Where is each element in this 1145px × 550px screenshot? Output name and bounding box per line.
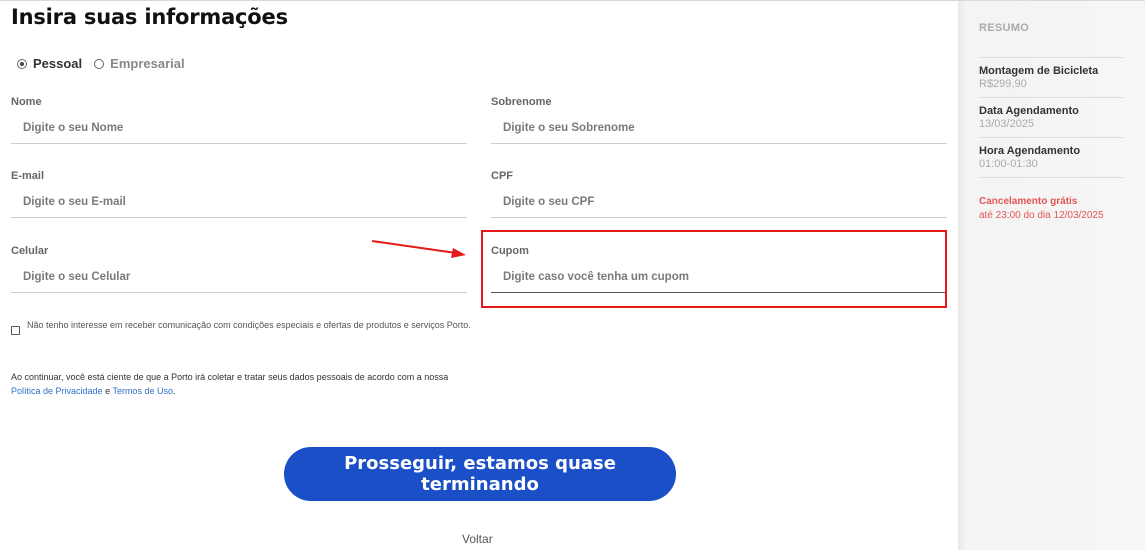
sobrenome-input[interactable] [491,112,947,144]
email-label: E-mail [11,170,45,182]
summary-divider [979,57,1124,58]
celular-input[interactable] [11,261,467,293]
cancellation-detail: até 23:00 do dia 12/03/2025 [979,210,1104,221]
radio-pessoal[interactable]: Pessoal [17,56,82,71]
field-cpf: CPF [491,170,947,220]
summary-divider [979,137,1124,138]
radio-unchecked-icon [94,58,105,69]
summary-service-value: R$299,90 [979,78,1027,90]
summary-service-label: Montagem de Bicicleta [979,65,1099,77]
summary-item-time: Hora Agendamento 01:00-01:30 [979,145,1129,171]
nome-input[interactable] [11,112,467,144]
cpf-label: CPF [491,170,513,182]
field-email: E-mail [11,170,467,220]
privacy-policy-link[interactable]: Política de Privacidade [11,386,103,396]
back-link[interactable]: Voltar [462,532,493,546]
page-title: Insira suas informações [11,5,288,29]
red-arrow-icon [371,240,466,258]
summary-date-label: Data Agendamento [979,105,1079,117]
radio-checked-icon [17,58,27,69]
nome-label: Nome [11,96,42,108]
summary-divider [979,97,1124,98]
cancellation-label: Cancelamento grátis [979,196,1078,207]
terms-of-use-link[interactable]: Termos de Uso [112,386,173,396]
field-sobrenome: Sobrenome [491,96,947,146]
optout-row: Não tenho interesse em receber comunicaç… [11,319,481,335]
summary-item-service: Montagem de Bicicleta R$299,90 [979,65,1129,91]
summary-sidebar: RESUMO Montagem de Bicicleta R$299,90 Da… [958,1,1145,550]
person-type-radio-group: Pessoal Empresarial [17,56,197,71]
celular-label: Celular [11,245,49,257]
free-cancellation-notice: Cancelamento grátis até 23:00 do dia 12/… [979,195,1139,223]
main-content: Insira suas informações Pessoal Empresar… [0,1,958,550]
summary-title: RESUMO [979,22,1030,34]
proceed-button[interactable]: Prosseguir, estamos quase terminando [284,447,676,501]
optout-text: Não tenho interesse em receber comunicaç… [27,320,471,330]
cupom-highlight-box [481,230,947,308]
radio-empresarial-label: Empresarial [110,56,185,71]
summary-divider [979,177,1124,178]
summary-item-date: Data Agendamento 13/03/2025 [979,105,1129,131]
consent-text: Ao continuar, você está ciente de que a … [11,370,481,398]
email-input[interactable] [11,186,467,218]
summary-time-label: Hora Agendamento [979,145,1081,157]
radio-empresarial[interactable]: Empresarial [94,56,185,71]
consent-conjunction: e [105,386,111,396]
summary-date-value: 13/03/2025 [979,118,1035,130]
sobrenome-label: Sobrenome [491,96,552,108]
summary-time-value: 01:00-01:30 [979,158,1038,170]
optout-checkbox[interactable] [11,326,20,335]
consent-body: Ao continuar, você está ciente de que a … [11,372,449,382]
consent-end: . [172,386,176,396]
radio-pessoal-label: Pessoal [33,56,83,71]
field-nome: Nome [11,96,467,146]
cpf-input[interactable] [491,186,947,218]
